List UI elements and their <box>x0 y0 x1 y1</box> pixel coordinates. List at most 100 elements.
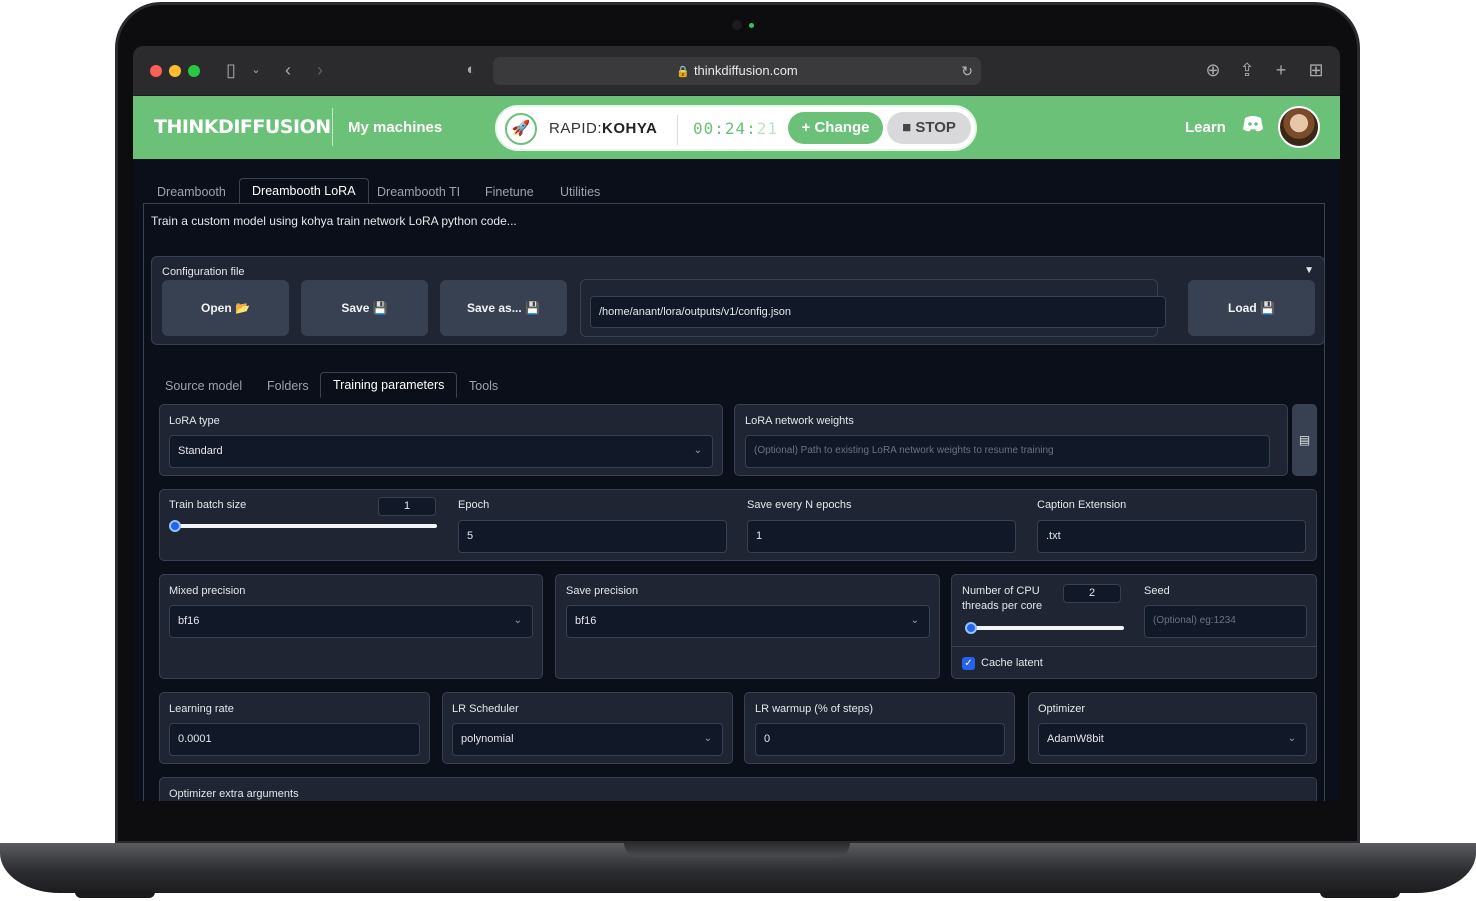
collapse-triangle-icon[interactable]: ▼ <box>1304 265 1314 276</box>
lr-warmup-input[interactable]: 0 <box>755 723 1005 756</box>
caption-extension-label: Caption Extension <box>1037 499 1127 511</box>
chevron-down-icon: ⌄ <box>703 733 712 744</box>
save-precision-block: Save precision bf16 ⌄ <box>555 574 940 679</box>
camera-led <box>749 23 754 28</box>
batch-size-slider-thumb[interactable] <box>169 520 181 532</box>
discord-icon[interactable] <box>1241 115 1265 135</box>
cache-latent-label: Cache latent <box>981 657 1043 669</box>
cache-latent-checkbox[interactable]: ✓ <box>962 657 975 670</box>
back-icon[interactable]: ‹ <box>277 60 299 80</box>
lock-icon: 🔒 <box>676 66 690 78</box>
caption-extension-input[interactable]: .txt <box>1037 520 1306 553</box>
optimizer-label: Optimizer <box>1038 703 1086 715</box>
privacy-shield-icon[interactable]: ◐ <box>460 60 482 80</box>
machine-name: RAPID:KOHYA <box>549 120 657 137</box>
mixed-precision-block: Mixed precision bf16 ⌄ <box>159 574 543 679</box>
tab-dreambooth-lora[interactable]: Dreambooth LoRA <box>239 178 369 204</box>
seed-input[interactable]: (Optional) eg:1234 <box>1144 605 1307 638</box>
batch-size-slider[interactable] <box>173 524 437 528</box>
reload-icon[interactable]: ↻ <box>961 57 973 85</box>
timer-main: 00:24: <box>693 119 757 138</box>
optimizer-extra-label: Optimizer extra arguments <box>169 788 299 800</box>
save-as-button[interactable]: Save as... 💾 <box>440 280 567 336</box>
cpu-threads-slider-thumb[interactable] <box>965 622 977 634</box>
sidebar-toggle-icon[interactable]: ▯ <box>220 60 242 80</box>
rocket-icon: 🚀 <box>505 113 537 145</box>
cpu-threads-slider[interactable] <box>966 626 1124 630</box>
forward-icon[interactable]: › <box>309 60 331 80</box>
app-header: THINKDIFFUSION My machines 🚀 RAPID:KOHYA… <box>133 96 1340 159</box>
lr-scheduler-select[interactable]: polynomial ⌄ <box>452 723 723 756</box>
subtab-training-parameters[interactable]: Training parameters <box>320 372 458 398</box>
save-precision-label: Save precision <box>566 585 639 597</box>
timer-seconds: 21 <box>756 119 779 138</box>
brand-logo[interactable]: THINKDIFFUSION <box>154 116 331 138</box>
machine-name-value: KOHYA <box>602 120 658 137</box>
chevron-down-icon: ⌄ <box>910 615 919 626</box>
divider <box>952 646 1316 647</box>
lora-type-label: LoRA type <box>169 415 220 427</box>
lora-weights-block: LoRA network weights (Optional) Path to … <box>734 404 1288 476</box>
my-machines-link[interactable]: My machines <box>348 119 442 136</box>
file-picker-icon[interactable]: ▤ <box>1292 404 1317 476</box>
config-path-container: /home/anant/lora/outputs/v1/config.json <box>580 279 1166 337</box>
optimizer-extra-block: Optimizer extra arguments <box>159 777 1317 801</box>
learning-rate-block: Learning rate 0.0001 <box>159 692 430 764</box>
chevron-down-icon: ⌄ <box>513 615 522 626</box>
lora-weights-label: LoRA network weights <box>745 415 854 427</box>
mixed-precision-value: bf16 <box>178 615 200 627</box>
cpu-threads-number[interactable]: 2 <box>1063 584 1121 603</box>
stop-button[interactable]: ■ STOP <box>887 112 971 144</box>
learning-rate-input[interactable]: 0.0001 <box>169 723 420 756</box>
lr-scheduler-block: LR Scheduler polynomial ⌄ <box>442 692 733 764</box>
lora-type-block: LoRA type Standard ⌄ <box>159 404 723 476</box>
tab-description: Train a custom model using kohya train n… <box>151 214 517 228</box>
lr-warmup-label: LR warmup (% of steps) <box>755 703 873 715</box>
epoch-input[interactable]: 5 <box>458 520 727 553</box>
close-window-button[interactable] <box>150 65 162 77</box>
stop-icon: ■ <box>902 119 916 136</box>
lora-weights-input[interactable]: (Optional) Path to existing LoRA network… <box>745 435 1270 468</box>
change-button[interactable]: + Change <box>788 112 883 144</box>
screen: ▯ ⌄ ‹ › ◐ 🔒 thinkdiffusion.com ↻ ⊕ ⇪ + ⊞ … <box>133 46 1340 801</box>
laptop-foot-right <box>1320 892 1400 898</box>
save-every-input[interactable]: 1 <box>747 520 1016 553</box>
config-file-label: Configuration file <box>162 266 245 278</box>
share-icon[interactable]: ⇪ <box>1236 60 1258 80</box>
subtab-folders[interactable]: Folders <box>255 374 321 400</box>
load-button[interactable]: Load 💾 <box>1188 280 1315 336</box>
lr-warmup-block: LR warmup (% of steps) 0 <box>744 692 1015 764</box>
camera <box>732 20 742 30</box>
lora-type-value: Standard <box>178 445 223 457</box>
config-path-input[interactable]: /home/anant/lora/outputs/v1/config.json <box>590 296 1166 328</box>
user-avatar[interactable] <box>1278 106 1320 148</box>
batch-size-number[interactable]: 1 <box>378 497 436 516</box>
save-button[interactable]: Save 💾 <box>301 280 428 336</box>
chevron-down-icon: ⌄ <box>693 445 702 456</box>
tab-overview-icon[interactable]: ⊞ <box>1305 60 1327 80</box>
machine-prefix: RAPID: <box>549 120 603 137</box>
optimizer-value: AdamW8bit <box>1047 733 1104 745</box>
zoom-window-button[interactable] <box>188 65 200 77</box>
address-bar[interactable]: 🔒 thinkdiffusion.com ↻ <box>493 57 981 85</box>
plus-icon: + <box>801 119 815 136</box>
cpu-threads-label: Number of CPU threads per core <box>962 585 1043 612</box>
download-icon[interactable]: ⊕ <box>1202 60 1224 80</box>
chevron-down-icon: ⌄ <box>1287 733 1296 744</box>
learn-link[interactable]: Learn <box>1185 119 1226 136</box>
browser-toolbar: ▯ ⌄ ‹ › ◐ 🔒 thinkdiffusion.com ↻ ⊕ ⇪ + ⊞ <box>133 46 1340 96</box>
mixed-precision-select[interactable]: bf16 ⌄ <box>169 605 533 638</box>
chevron-down-icon[interactable]: ⌄ <box>245 60 267 80</box>
subtab-tools[interactable]: Tools <box>457 374 510 400</box>
new-tab-icon[interactable]: + <box>1270 60 1292 80</box>
optimizer-select[interactable]: AdamW8bit ⌄ <box>1038 723 1307 756</box>
lora-type-select[interactable]: Standard ⌄ <box>169 435 713 468</box>
subtab-source-model[interactable]: Source model <box>153 374 254 400</box>
save-precision-select[interactable]: bf16 ⌄ <box>566 605 930 638</box>
save-every-label: Save every N epochs <box>747 499 852 511</box>
epoch-label: Epoch <box>458 499 490 511</box>
minimize-window-button[interactable] <box>169 65 181 77</box>
mixed-precision-label: Mixed precision <box>169 585 246 597</box>
open-button[interactable]: Open 📂 <box>162 280 289 336</box>
learning-rate-label: Learning rate <box>169 703 234 715</box>
